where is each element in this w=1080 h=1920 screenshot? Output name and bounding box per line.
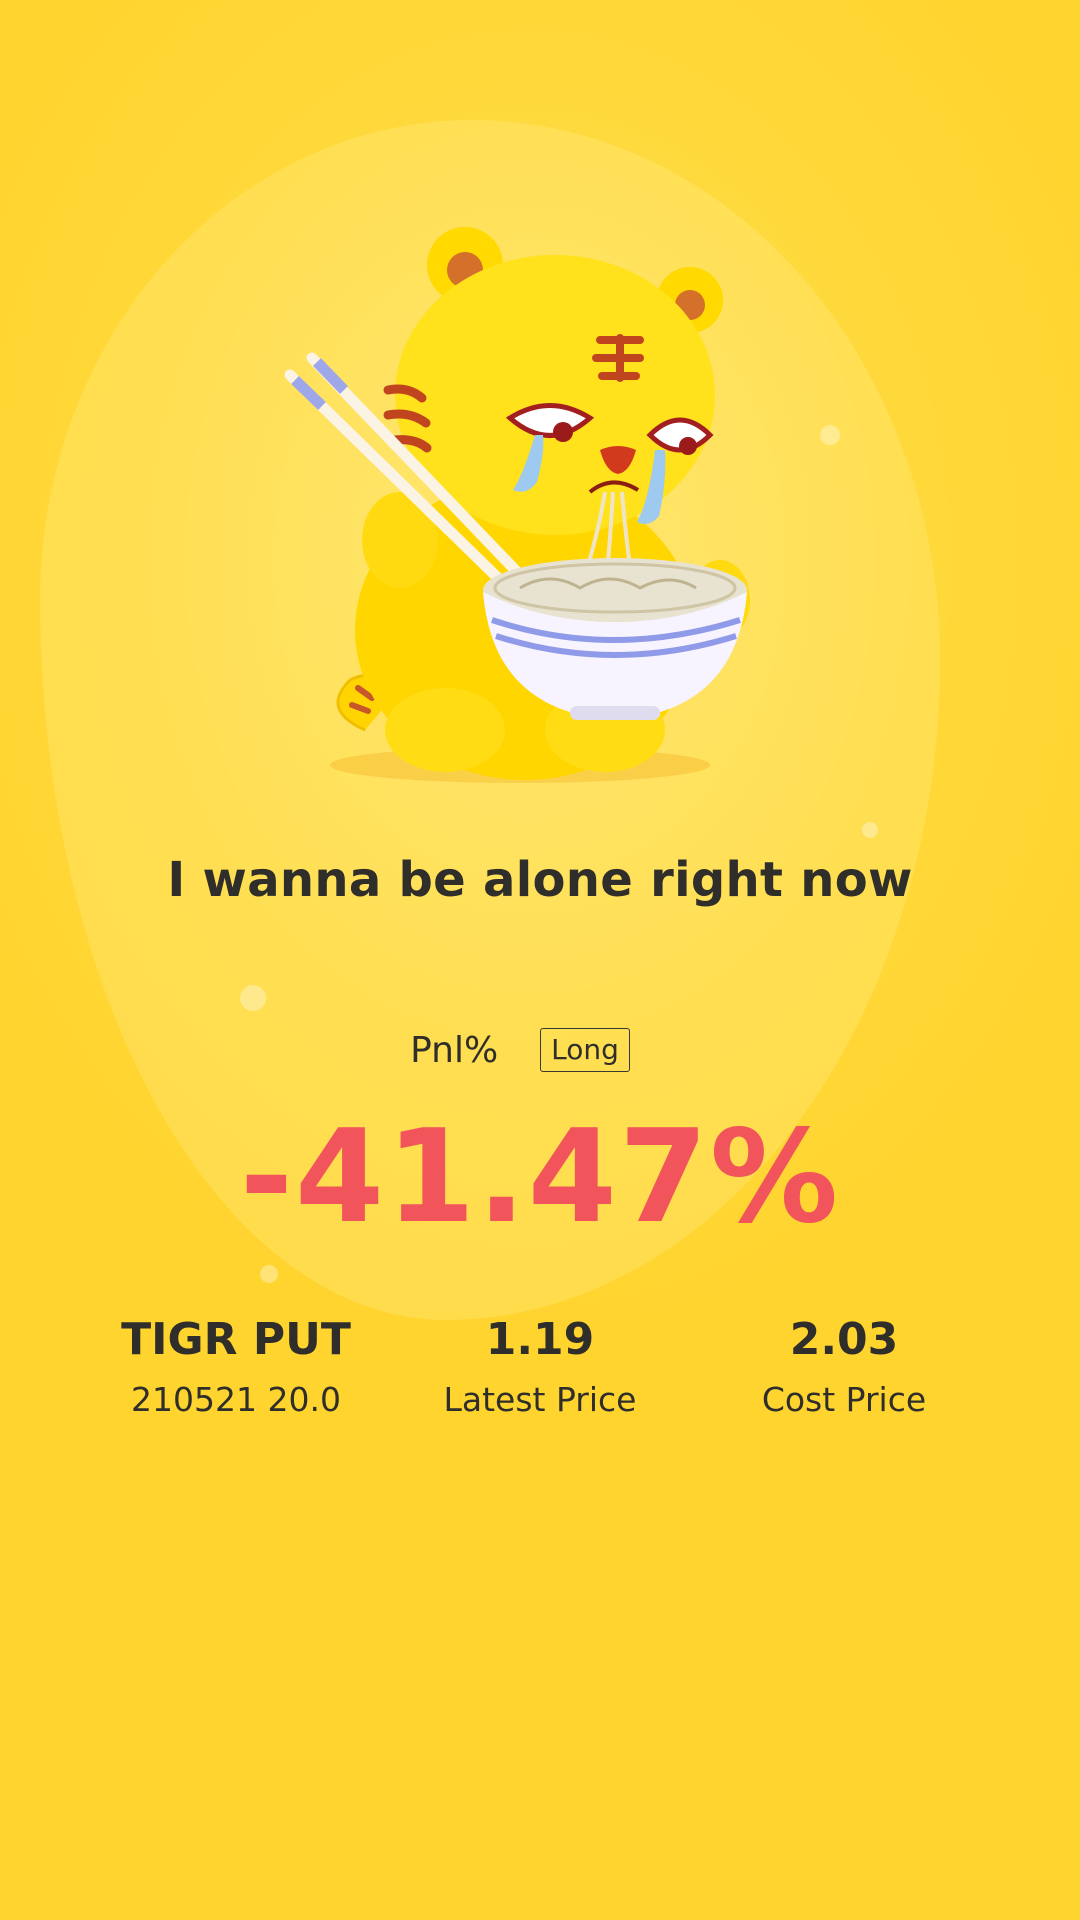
contract-stat: TIGR PUT 210521 20.0 [86,1312,386,1422]
sparkle [862,822,878,838]
latest-price-value: 1.19 [485,1314,595,1365]
pnl-label: Pnl% [410,1029,499,1071]
contract-detail: 210521 20.0 [131,1380,341,1419]
pnl-percentage: -41.47% [239,1103,841,1252]
mood-message: I wanna be alone right now [167,852,913,908]
cost-price-label: Cost Price [761,1380,927,1419]
cost-price-stat: 2.03 Cost Price [694,1312,994,1422]
sparkle [260,1265,278,1283]
latest-price-stat: 1.19 Latest Price [390,1312,690,1422]
position-direction-tag: Long [540,1028,630,1072]
sparkle [240,985,266,1011]
crying-tiger-mascot-icon [284,227,750,783]
cost-price-value: 2.03 [789,1314,899,1365]
pnl-header: Pnl% Long [0,1028,1080,1072]
sparkle [820,425,840,445]
contract-symbol: TIGR PUT [121,1314,351,1365]
pnl-share-card: I wanna be alone right now Pnl% Long -41… [0,0,1080,1920]
latest-price-label: Latest Price [443,1380,637,1419]
